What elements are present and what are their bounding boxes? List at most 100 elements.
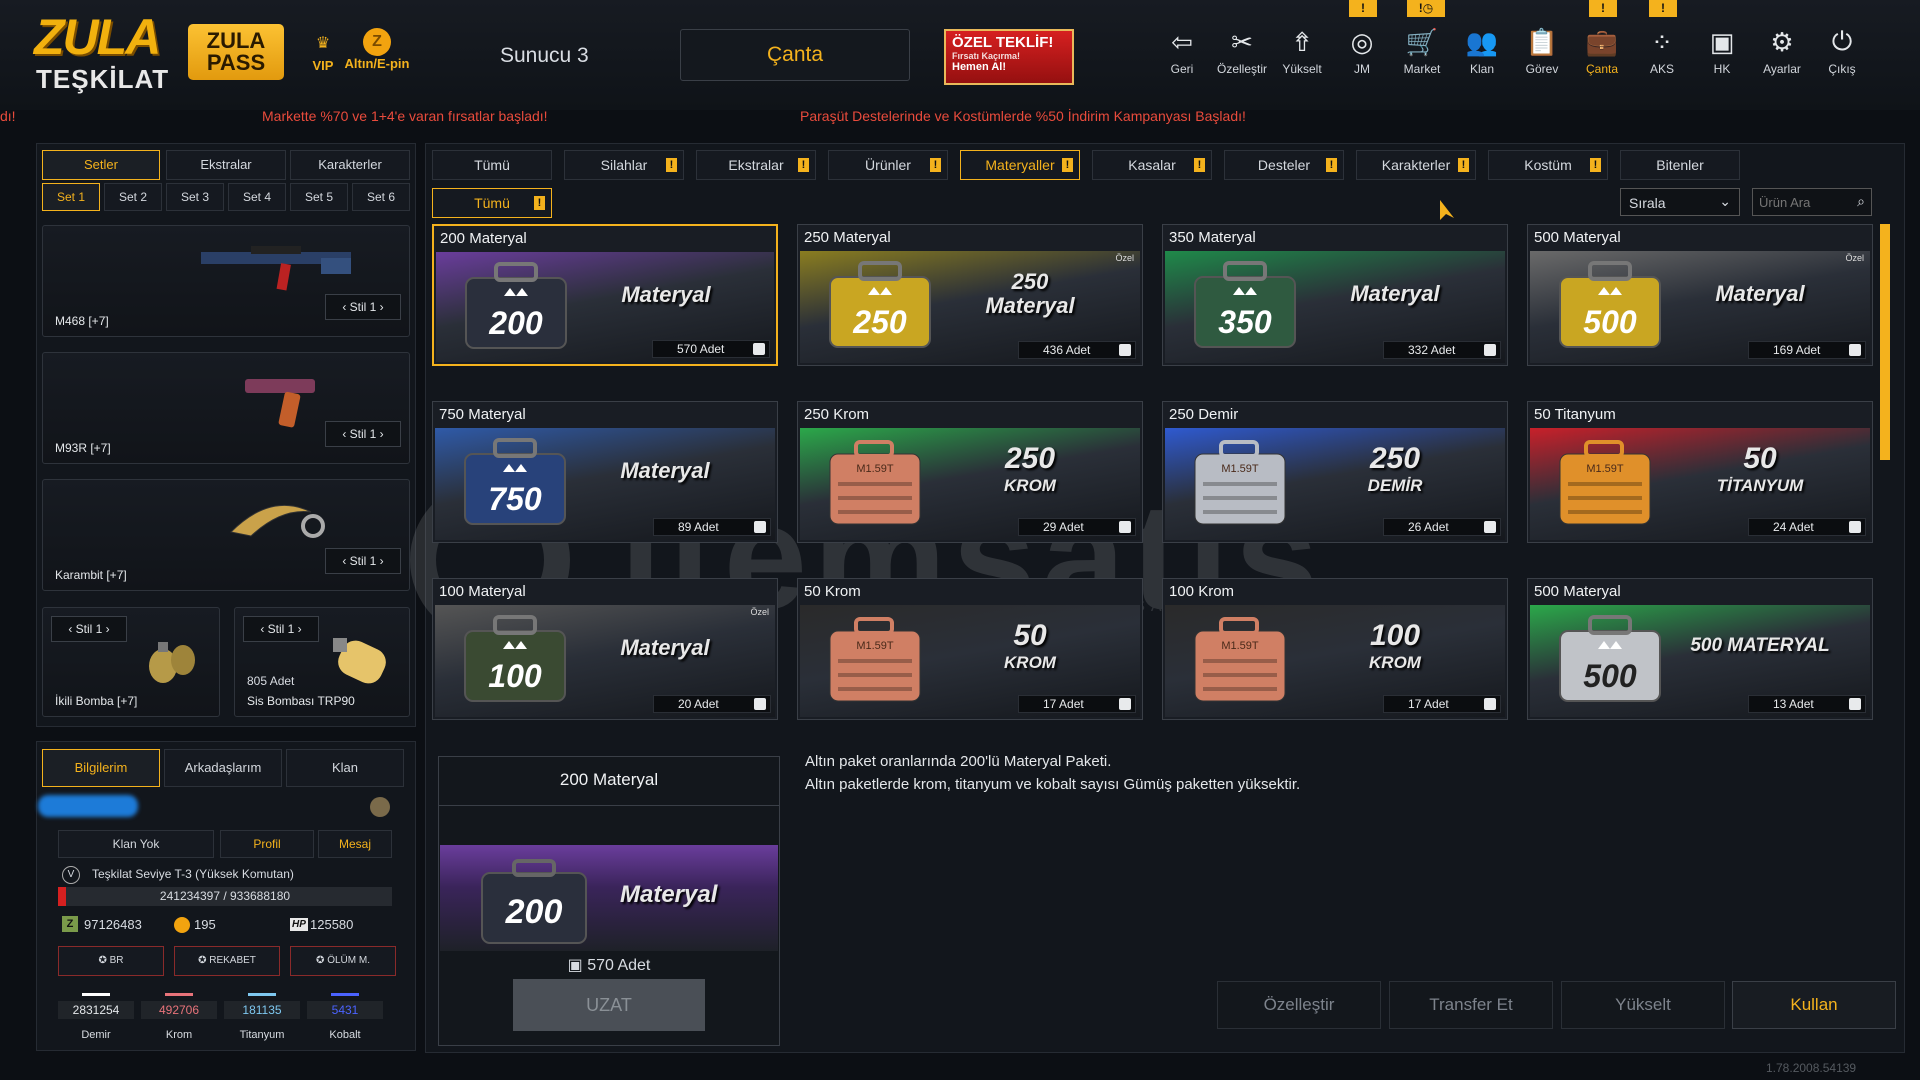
category-tab-3[interactable]: Ekstralar! — [696, 150, 816, 180]
profile-button[interactable]: Profil — [220, 830, 314, 858]
transfer-button[interactable]: Transfer Et — [1389, 981, 1553, 1029]
nav-grid[interactable]: ⁘ AKS — [1633, 22, 1691, 86]
nav-coins[interactable]: ◎ JM — [1333, 22, 1391, 86]
tab-characters[interactable]: Karakterler — [290, 150, 410, 180]
sort-dropdown[interactable]: Sırala ⌄ — [1620, 188, 1740, 216]
product-search[interactable]: ⌕ — [1752, 188, 1872, 216]
clan-none-button[interactable]: Klan Yok — [58, 830, 214, 858]
item-card[interactable]: 100 Krom M1.59T 100 KROM 17 Adet — [1162, 578, 1508, 720]
set-tab-5[interactable]: Set 5 — [290, 183, 348, 211]
sub-filter-all[interactable]: Tümü! — [432, 188, 552, 218]
nav-clan[interactable]: 👥 Klan — [1453, 22, 1511, 86]
material-label-4: Kobalt — [329, 1029, 361, 1041]
search-input[interactable] — [1753, 189, 1849, 215]
tab-extras[interactable]: Ekstralar — [166, 150, 286, 180]
bag-icon: 💼 — [1585, 26, 1619, 57]
item-card[interactable]: 250 Materyal 250 Özel 250 Materyal 436 Adet — [797, 224, 1143, 366]
nav-upgrade[interactable]: ⇮ Yükselt — [1273, 22, 1331, 86]
weapon-image — [235, 365, 335, 440]
item-count: 332 Adet — [1383, 341, 1501, 359]
item-card[interactable]: 500 Materyal 500 500 MATERYAL 13 Adet — [1527, 578, 1873, 720]
nav-gear[interactable]: ⚙ Ayarlar — [1753, 22, 1811, 86]
inventory-title-button[interactable]: Çanta — [680, 29, 910, 81]
item-title: 50 Krom — [804, 583, 861, 600]
crown-icon: ♛ — [315, 35, 331, 52]
category-tab-9[interactable]: Kostüm! — [1488, 150, 1608, 180]
extend-button[interactable]: UZAT — [513, 979, 705, 1031]
nav-back[interactable]: ⇦ Geri — [1153, 22, 1211, 86]
use-button[interactable]: Kullan — [1732, 981, 1896, 1029]
material-label-2: Krom — [165, 1029, 193, 1041]
mode-1[interactable]: ✪ BR — [58, 946, 164, 976]
rank-badge-icon — [370, 797, 390, 817]
zula-pass-button[interactable]: ZULA PASS — [188, 24, 284, 80]
item-card[interactable]: 500 Materyal 500 Özel Materyal 169 Adet — [1527, 224, 1873, 366]
set-tab-4[interactable]: Set 4 — [228, 183, 286, 211]
nav-clipboard[interactable]: 📋 Görev — [1513, 22, 1571, 86]
nav-label: Ayarlar — [1763, 62, 1801, 76]
style-selector[interactable]: ‹ Stil 1 › — [325, 548, 401, 574]
pass-top-label: ZULA — [206, 28, 266, 53]
category-tab-1[interactable]: Tümü — [432, 150, 552, 180]
nav-cart[interactable]: 🛒 Market — [1393, 22, 1451, 86]
style-selector[interactable]: ‹ Stil 1 › — [325, 421, 401, 447]
message-button[interactable]: Mesaj — [318, 830, 392, 858]
grenade-slot-2[interactable]: ‹ Stil 1 › 805 Adet Sis Bombası TRP90 — [234, 607, 410, 717]
item-card[interactable]: 350 Materyal 350 Materyal 332 Adet — [1162, 224, 1508, 366]
warning-clock-badge: !◷ — [1407, 0, 1445, 17]
nav-bag[interactable]: 💼 Çanta — [1573, 22, 1631, 86]
profile-tab-3[interactable]: Klan — [286, 749, 404, 787]
tab-sets[interactable]: Setler — [42, 150, 160, 180]
item-card[interactable]: 250 Demir M1.59T 250 DEMİR 26 Adet — [1162, 401, 1508, 543]
svg-text:500: 500 — [1583, 658, 1637, 694]
nav-power[interactable]: ⏻ Çıkış — [1813, 22, 1871, 86]
profile-tab-1[interactable]: Bilgilerim — [42, 749, 160, 787]
category-tab-8[interactable]: Karakterler! — [1356, 150, 1476, 180]
profile-tab-2[interactable]: Arkadaşlarım — [164, 749, 282, 787]
nav-tools[interactable]: ✂ Özelleştir — [1213, 22, 1271, 86]
upgrade-button[interactable]: Yükselt — [1561, 981, 1725, 1029]
set-tab-3[interactable]: Set 3 — [166, 183, 224, 211]
nav-wallet[interactable]: ▣ HK — [1693, 22, 1751, 86]
item-word-label: Materyal — [621, 282, 711, 307]
weapon-slot-1[interactable]: M468 [+7] ‹ Stil 1 › — [42, 225, 410, 337]
item-amount-label: 250 — [1011, 269, 1049, 294]
item-card[interactable]: 250 Krom M1.59T 250 KROM 29 Adet — [797, 401, 1143, 543]
item-card[interactable]: 750 Materyal 750 Materyal 89 Adet — [432, 401, 778, 543]
style-selector[interactable]: ‹ Stil 1 › — [325, 294, 401, 320]
special-offer-banner[interactable]: ÖZEL TEKLİF! Fırsatı Kaçırma! Hemen Al! — [944, 29, 1074, 85]
set-tab-6[interactable]: Set 6 — [352, 183, 410, 211]
category-tab-6[interactable]: Kasalar! — [1092, 150, 1212, 180]
case-icon: 250 — [820, 255, 940, 360]
category-tab-10[interactable]: Bitenler — [1620, 150, 1740, 180]
chevron-down-icon: ⌄ — [1719, 193, 1731, 209]
item-title: 250 Materyal — [804, 229, 891, 246]
set-tab-1[interactable]: Set 1 — [42, 183, 100, 211]
weapon-slot-2[interactable]: M93R [+7] ‹ Stil 1 › — [42, 352, 410, 464]
gold-epin-button[interactable]: Z Altın/E-pin — [344, 28, 410, 71]
category-tab-5[interactable]: Materyaller! — [960, 150, 1080, 180]
grenade-slot-1[interactable]: ‹ Stil 1 › İkili Bomba [+7] — [42, 607, 220, 717]
category-tab-4[interactable]: Ürünler! — [828, 150, 948, 180]
gold-coin-icon — [174, 917, 190, 933]
customize-button[interactable]: Özelleştir — [1217, 981, 1381, 1029]
mode-2[interactable]: ✪ REKABET — [174, 946, 280, 976]
box-icon: ▣ — [567, 957, 583, 974]
item-card[interactable]: 50 Krom M1.59T 50 KROM 17 Adet — [797, 578, 1143, 720]
style-selector[interactable]: ‹ Stil 1 › — [243, 616, 319, 642]
category-tab-7[interactable]: Desteler! — [1224, 150, 1344, 180]
scrollbar-thumb[interactable] — [1880, 224, 1890, 460]
detail-description-2: Altın paketlerde krom, titanyum ve kobal… — [805, 776, 1301, 793]
material-value-1: 2831254 — [58, 1001, 134, 1019]
set-tab-2[interactable]: Set 2 — [104, 183, 162, 211]
tools-icon: ✂ — [1231, 26, 1253, 57]
search-icon[interactable]: ⌕ — [1857, 193, 1865, 210]
vip-button[interactable]: ♛ VIP — [305, 28, 341, 73]
weapon-slot-3[interactable]: Karambit [+7] ‹ Stil 1 › — [42, 479, 410, 591]
item-card[interactable]: 50 Titanyum M1.59T 50 TİTANYUM 24 Adet — [1527, 401, 1873, 543]
mode-3[interactable]: ✪ ÖLÜM M. — [290, 946, 396, 976]
item-card[interactable]: 100 Materyal 100 Özel Materyal 20 Adet — [432, 578, 778, 720]
item-card[interactable]: 200 Materyal 200 Materyal 570 Adet — [432, 224, 778, 366]
category-tab-2[interactable]: Silahlar! — [564, 150, 684, 180]
style-selector[interactable]: ‹ Stil 1 › — [51, 616, 127, 642]
